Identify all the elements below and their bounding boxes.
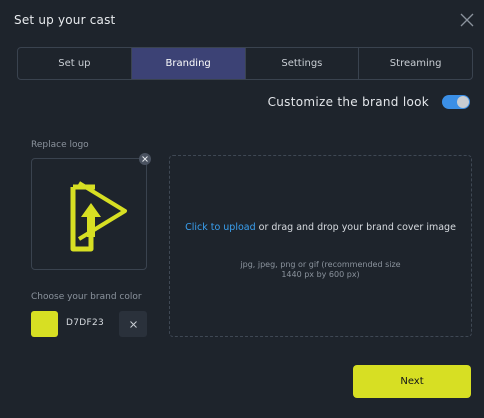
close-icon	[142, 156, 148, 162]
remove-logo-button[interactable]	[139, 153, 151, 165]
tab-streaming[interactable]: Streaming	[359, 48, 472, 79]
customize-brand-label: Customize the brand look	[267, 95, 429, 109]
tab-setup[interactable]: Set up	[18, 48, 132, 79]
toggle-knob	[457, 96, 469, 108]
upload-instructions: Click to upload or drag and drop your br…	[170, 222, 471, 234]
brand-color-swatch[interactable]	[31, 311, 58, 337]
brand-color-label: Choose your brand color	[31, 292, 142, 302]
close-icon	[129, 320, 137, 328]
tab-settings[interactable]: Settings	[246, 48, 360, 79]
clear-color-button[interactable]	[119, 311, 147, 337]
dialog-title: Set up your cast	[14, 13, 116, 27]
brand-color-hex[interactable]: D7DF23	[66, 318, 104, 328]
logo-preview[interactable]	[31, 158, 147, 270]
customize-brand-toggle[interactable]	[442, 95, 470, 109]
upload-format-hint: jpg, jpeg, png or gif (recommended size …	[240, 260, 401, 279]
click-to-upload-link[interactable]: Click to upload	[185, 222, 256, 233]
next-button[interactable]: Next	[353, 365, 471, 398]
cover-image-dropzone[interactable]: Click to upload or drag and drop your br…	[169, 155, 472, 337]
setup-cast-dialog: Set up your cast Set up Branding Setting…	[0, 0, 484, 418]
play-arrow-logo-icon	[70, 181, 127, 252]
replace-logo-label: Replace logo	[31, 140, 89, 150]
close-icon[interactable]	[459, 12, 475, 28]
tab-bar: Set up Branding Settings Streaming	[17, 47, 473, 80]
drag-drop-text: or drag and drop your brand cover image	[255, 222, 456, 233]
tab-branding[interactable]: Branding	[131, 48, 246, 79]
customize-brand-row: Customize the brand look	[268, 95, 470, 109]
